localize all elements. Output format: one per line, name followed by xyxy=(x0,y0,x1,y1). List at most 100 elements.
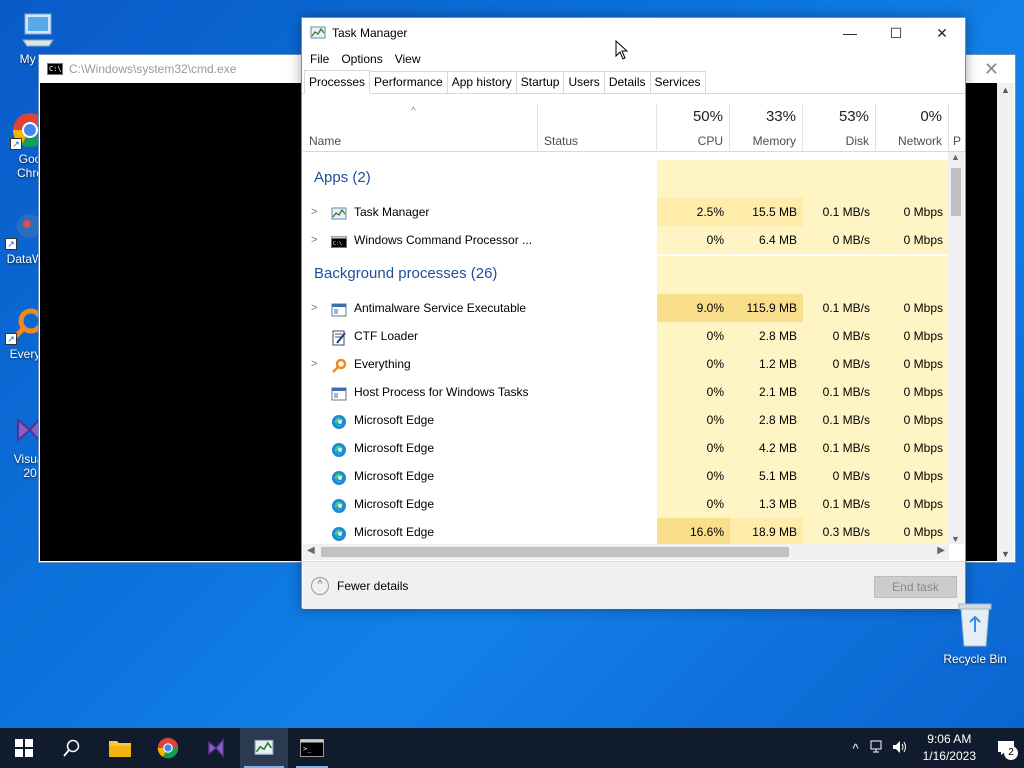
scroll-thumb[interactable] xyxy=(951,168,961,216)
cmd-close-icon[interactable]: ✕ xyxy=(984,59,999,80)
disk-cell xyxy=(803,160,876,198)
memory-cell: 1.2 MB xyxy=(730,350,803,378)
column-header-disk[interactable]: 53% Disk xyxy=(803,104,876,152)
close-icon[interactable]: ✕ xyxy=(919,18,965,48)
process-name-cell: > Everything xyxy=(303,350,537,378)
clock[interactable]: 9:06 AM 1/16/2023 xyxy=(923,731,976,765)
svg-text:>_: >_ xyxy=(303,745,312,753)
menu-view[interactable]: View xyxy=(389,52,427,66)
process-row[interactable]: Microsoft Edge 16.6% 18.9 MB 0.3 MB/s 0 Mbps xyxy=(303,518,949,544)
network-cell: 0 Mbps xyxy=(876,350,949,378)
service-icon xyxy=(331,384,347,401)
scroll-down-icon[interactable]: ▼ xyxy=(951,534,960,544)
scroll-right-icon[interactable]: ▶ xyxy=(937,545,945,556)
process-row[interactable]: > Everything 0% 1.2 MB 0 MB/s 0 Mbps xyxy=(303,350,949,378)
menu-file[interactable]: File xyxy=(304,52,335,66)
scroll-up-icon[interactable]: ▲ xyxy=(951,152,960,162)
process-name-cell: Microsoft Edge xyxy=(303,406,537,434)
scroll-down-icon[interactable]: ▼ xyxy=(1001,549,1010,559)
column-header-network[interactable]: 0% Network xyxy=(876,104,949,152)
task-manager-titlebar[interactable]: Task Manager — ☐ ✕ xyxy=(302,18,965,48)
tab-services[interactable]: Services xyxy=(649,71,706,93)
disk-cell: 0 MB/s xyxy=(803,350,876,378)
end-task-button[interactable]: End task xyxy=(874,576,957,598)
ctf-loader-icon xyxy=(331,328,347,346)
search-button[interactable] xyxy=(48,728,96,768)
taskbar-chrome[interactable] xyxy=(144,728,192,768)
taskbar-cmd[interactable]: >_ xyxy=(288,728,336,768)
process-name-cell: > Antimalware Service Executable xyxy=(303,294,537,322)
process-row[interactable]: Microsoft Edge 0% 5.1 MB 0 MB/s 0 Mbps xyxy=(303,462,949,490)
process-name: Everything xyxy=(354,357,411,371)
chevron-up-icon[interactable]: ^ xyxy=(845,741,867,756)
group-header[interactable]: Apps (2) xyxy=(303,160,949,198)
process-row[interactable]: Microsoft Edge 0% 1.3 MB 0.1 MB/s 0 Mbps xyxy=(303,490,949,518)
cmd-icon: >_ xyxy=(300,739,324,757)
disk-cell: 0 MB/s xyxy=(803,462,876,490)
desktop-icon-recycle-bin[interactable]: Recycle Bin xyxy=(940,600,1010,666)
memory-cell: 18.9 MB xyxy=(730,518,803,544)
cmd-scrollbar[interactable]: ▲ ▼ xyxy=(997,83,1014,561)
group-header[interactable]: Background processes (26) xyxy=(303,256,949,294)
scroll-left-icon[interactable]: ◀ xyxy=(307,545,315,556)
tab-users[interactable]: Users xyxy=(563,71,605,93)
memory-cell: 2.1 MB xyxy=(730,378,803,406)
recycle-bin-icon xyxy=(958,603,992,647)
column-header-memory[interactable]: 33% Memory xyxy=(730,104,803,152)
action-center-button[interactable]: 2 xyxy=(988,728,1024,768)
process-name-cell: > C:\ Windows Command Processor ... xyxy=(303,226,537,254)
maximize-icon[interactable]: ☐ xyxy=(873,18,919,48)
taskbar-file-explorer[interactable] xyxy=(96,728,144,768)
tab-details[interactable]: Details xyxy=(603,71,651,93)
column-header-power[interactable]: P xyxy=(949,104,965,152)
process-row[interactable]: > Antimalware Service Executable 9.0% 115.9… xyxy=(303,294,949,322)
tab-startup[interactable]: Startup xyxy=(515,71,565,93)
tab-app-history[interactable]: App history xyxy=(446,71,517,93)
scroll-thumb[interactable] xyxy=(321,547,789,557)
minimize-icon[interactable]: — xyxy=(827,18,873,48)
network-cell: 0 Mbps xyxy=(876,518,949,544)
footer: ^ Fewer details End task xyxy=(303,561,965,609)
edge-icon xyxy=(331,468,347,485)
process-row[interactable]: Microsoft Edge 0% 2.8 MB 0.1 MB/s 0 Mbps xyxy=(303,406,949,434)
column-header-name[interactable]: ^ Name xyxy=(303,104,538,152)
network-cell: 0 Mbps xyxy=(876,434,949,462)
recycle-bin-label: Recycle Bin xyxy=(943,652,1007,666)
process-row[interactable]: CTF Loader 0% 2.8 MB 0 MB/s 0 Mbps xyxy=(303,322,949,350)
chevron-right-icon[interactable]: > xyxy=(311,294,317,322)
column-header-status[interactable]: Status xyxy=(538,104,657,152)
svg-text:C:\: C:\ xyxy=(333,241,342,247)
task-manager-window[interactable]: Task Manager — ☐ ✕ File Options View Pro… xyxy=(301,17,966,609)
taskbar-visual-studio[interactable] xyxy=(192,728,240,768)
cpu-cell: 16.6% xyxy=(657,518,730,544)
volume-icon[interactable] xyxy=(889,740,911,757)
process-name-cell: CTF Loader xyxy=(303,322,537,350)
chevron-right-icon[interactable]: > xyxy=(311,350,317,378)
column-header-cpu[interactable]: 50% CPU xyxy=(657,104,730,152)
tab-performance[interactable]: Performance xyxy=(369,71,448,93)
window-title: Task Manager xyxy=(332,26,408,40)
process-name-cell: Microsoft Edge xyxy=(303,434,537,462)
process-row[interactable]: Host Process for Windows Tasks 0% 2.1 MB 0.… xyxy=(303,378,949,406)
horizontal-scrollbar[interactable]: ◀ ▶ xyxy=(303,544,949,560)
network-icon[interactable] xyxy=(867,740,889,757)
cmd-icon: C:\ xyxy=(47,63,63,75)
chevron-right-icon[interactable]: > xyxy=(311,226,317,254)
memory-cell: 115.9 MB xyxy=(730,294,803,322)
network-cell: 0 Mbps xyxy=(876,406,949,434)
cpu-cell: 0% xyxy=(657,434,730,462)
taskbar-task-manager[interactable] xyxy=(240,728,288,768)
vertical-scrollbar[interactable]: ▲ ▼ xyxy=(948,152,964,544)
taskbar: >_ ^ 9:06 AM 1/16/2023 2 xyxy=(0,728,1024,768)
tab-processes[interactable]: Processes xyxy=(304,70,371,94)
group-title: Apps (2) xyxy=(314,169,371,186)
chevron-right-icon[interactable]: > xyxy=(311,198,317,226)
process-row[interactable]: > Task Manager 2.5% 15.5 MB 0.1 MB/s 0 Mbps xyxy=(303,198,949,226)
process-row[interactable]: > C:\ Windows Command Processor ... 0% 6.4 M… xyxy=(303,226,949,254)
fewer-details-button[interactable]: ^ Fewer details xyxy=(311,577,408,595)
process-row[interactable]: Microsoft Edge 0% 4.2 MB 0.1 MB/s 0 Mbps xyxy=(303,434,949,462)
menu-options[interactable]: Options xyxy=(335,52,388,66)
process-name: Host Process for Windows Tasks xyxy=(354,385,529,399)
scroll-up-icon[interactable]: ▲ xyxy=(1001,85,1010,95)
start-button[interactable] xyxy=(0,728,48,768)
